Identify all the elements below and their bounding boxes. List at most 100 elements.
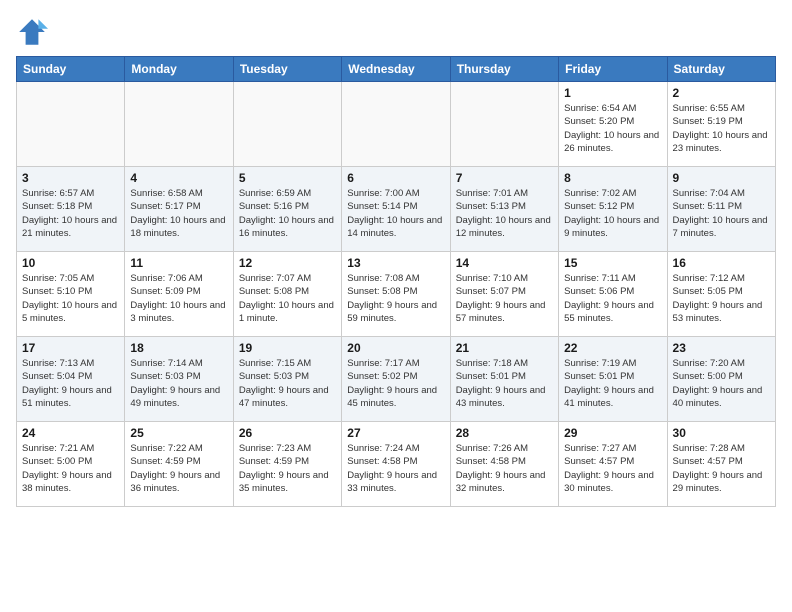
calendar-cell [125,82,233,167]
day-number: 22 [564,341,661,355]
header-monday: Monday [125,57,233,82]
calendar-cell: 17 Sunrise: 7:13 AMSunset: 5:04 PMDayligh… [17,337,125,422]
day-number: 18 [130,341,227,355]
calendar-cell: 7 Sunrise: 7:01 AMSunset: 5:13 PMDaylight… [450,167,558,252]
day-info: Sunrise: 7:17 AMSunset: 5:02 PMDaylight:… [347,357,444,410]
calendar-cell: 9 Sunrise: 7:04 AMSunset: 5:11 PMDaylight… [667,167,775,252]
calendar-cell: 10 Sunrise: 7:05 AMSunset: 5:10 PMDayligh… [17,252,125,337]
calendar-week-5: 24 Sunrise: 7:21 AMSunset: 5:00 PMDayligh… [17,422,776,507]
calendar-header-row: SundayMondayTuesdayWednesdayThursdayFrid… [17,57,776,82]
calendar-cell: 23 Sunrise: 7:20 AMSunset: 5:00 PMDayligh… [667,337,775,422]
day-info: Sunrise: 7:15 AMSunset: 5:03 PMDaylight:… [239,357,336,410]
calendar-cell: 27 Sunrise: 7:24 AMSunset: 4:58 PMDayligh… [342,422,450,507]
calendar-cell: 3 Sunrise: 6:57 AMSunset: 5:18 PMDaylight… [17,167,125,252]
day-number: 14 [456,256,553,270]
day-number: 6 [347,171,444,185]
day-number: 8 [564,171,661,185]
day-info: Sunrise: 7:22 AMSunset: 4:59 PMDaylight:… [130,442,227,495]
calendar-cell: 30 Sunrise: 7:28 AMSunset: 4:57 PMDayligh… [667,422,775,507]
day-number: 9 [673,171,770,185]
calendar-cell: 2 Sunrise: 6:55 AMSunset: 5:19 PMDaylight… [667,82,775,167]
day-number: 21 [456,341,553,355]
day-number: 2 [673,86,770,100]
calendar-cell: 15 Sunrise: 7:11 AMSunset: 5:06 PMDayligh… [559,252,667,337]
header-friday: Friday [559,57,667,82]
day-info: Sunrise: 7:20 AMSunset: 5:00 PMDaylight:… [673,357,770,410]
day-info: Sunrise: 6:55 AMSunset: 5:19 PMDaylight:… [673,102,770,155]
day-info: Sunrise: 7:23 AMSunset: 4:59 PMDaylight:… [239,442,336,495]
day-number: 29 [564,426,661,440]
day-info: Sunrise: 7:13 AMSunset: 5:04 PMDaylight:… [22,357,119,410]
calendar-cell: 25 Sunrise: 7:22 AMSunset: 4:59 PMDayligh… [125,422,233,507]
day-info: Sunrise: 7:01 AMSunset: 5:13 PMDaylight:… [456,187,553,240]
day-info: Sunrise: 7:21 AMSunset: 5:00 PMDaylight:… [22,442,119,495]
calendar-cell [342,82,450,167]
day-info: Sunrise: 7:05 AMSunset: 5:10 PMDaylight:… [22,272,119,325]
day-number: 23 [673,341,770,355]
day-number: 30 [673,426,770,440]
day-info: Sunrise: 6:59 AMSunset: 5:16 PMDaylight:… [239,187,336,240]
calendar-cell: 4 Sunrise: 6:58 AMSunset: 5:17 PMDaylight… [125,167,233,252]
calendar-cell: 18 Sunrise: 7:14 AMSunset: 5:03 PMDayligh… [125,337,233,422]
day-number: 19 [239,341,336,355]
day-number: 3 [22,171,119,185]
day-info: Sunrise: 7:27 AMSunset: 4:57 PMDaylight:… [564,442,661,495]
day-number: 25 [130,426,227,440]
calendar-cell [450,82,558,167]
header-wednesday: Wednesday [342,57,450,82]
calendar-cell: 11 Sunrise: 7:06 AMSunset: 5:09 PMDayligh… [125,252,233,337]
day-info: Sunrise: 7:10 AMSunset: 5:07 PMDaylight:… [456,272,553,325]
day-number: 15 [564,256,661,270]
calendar-week-1: 1 Sunrise: 6:54 AMSunset: 5:20 PMDaylight… [17,82,776,167]
day-info: Sunrise: 7:28 AMSunset: 4:57 PMDaylight:… [673,442,770,495]
day-number: 17 [22,341,119,355]
day-info: Sunrise: 6:57 AMSunset: 5:18 PMDaylight:… [22,187,119,240]
day-info: Sunrise: 7:24 AMSunset: 4:58 PMDaylight:… [347,442,444,495]
day-info: Sunrise: 7:06 AMSunset: 5:09 PMDaylight:… [130,272,227,325]
header-tuesday: Tuesday [233,57,341,82]
calendar-cell: 8Sunrise: 7:02 AMSunset: 5:12 PMDaylight… [559,167,667,252]
day-number: 24 [22,426,119,440]
header-saturday: Saturday [667,57,775,82]
calendar-cell: 26 Sunrise: 7:23 AMSunset: 4:59 PMDayligh… [233,422,341,507]
day-number: 12 [239,256,336,270]
day-info: Sunrise: 7:11 AMSunset: 5:06 PMDaylight:… [564,272,661,325]
day-number: 10 [22,256,119,270]
calendar-week-2: 3 Sunrise: 6:57 AMSunset: 5:18 PMDaylight… [17,167,776,252]
day-info: Sunrise: 6:54 AMSunset: 5:20 PMDaylight:… [564,102,661,155]
day-number: 4 [130,171,227,185]
calendar-cell: 20 Sunrise: 7:17 AMSunset: 5:02 PMDayligh… [342,337,450,422]
day-number: 28 [456,426,553,440]
calendar-table: SundayMondayTuesdayWednesdayThursdayFrid… [16,56,776,507]
day-info: Sunrise: 7:14 AMSunset: 5:03 PMDaylight:… [130,357,227,410]
day-info: Sunrise: 7:04 AMSunset: 5:11 PMDaylight:… [673,187,770,240]
header-thursday: Thursday [450,57,558,82]
calendar-cell: 13Sunrise: 7:08 AMSunset: 5:08 PMDayligh… [342,252,450,337]
header-sunday: Sunday [17,57,125,82]
calendar-cell [17,82,125,167]
calendar-cell: 21 Sunrise: 7:18 AMSunset: 5:01 PMDayligh… [450,337,558,422]
calendar-cell: 1 Sunrise: 6:54 AMSunset: 5:20 PMDaylight… [559,82,667,167]
calendar-cell: 16Sunrise: 7:12 AMSunset: 5:05 PMDayligh… [667,252,775,337]
calendar-cell: 28Sunrise: 7:26 AMSunset: 4:58 PMDayligh… [450,422,558,507]
calendar-cell: 24 Sunrise: 7:21 AMSunset: 5:00 PMDayligh… [17,422,125,507]
calendar-cell: 29 Sunrise: 7:27 AMSunset: 4:57 PMDayligh… [559,422,667,507]
day-info: Sunrise: 7:12 AMSunset: 5:05 PMDaylight:… [673,272,770,325]
calendar-cell: 5Sunrise: 6:59 AMSunset: 5:16 PMDaylight… [233,167,341,252]
day-number: 26 [239,426,336,440]
day-info: Sunrise: 6:58 AMSunset: 5:17 PMDaylight:… [130,187,227,240]
calendar-cell: 22 Sunrise: 7:19 AMSunset: 5:01 PMDayligh… [559,337,667,422]
logo-icon [16,16,48,48]
calendar-cell: 6Sunrise: 7:00 AMSunset: 5:14 PMDaylight… [342,167,450,252]
day-number: 1 [564,86,661,100]
day-number: 11 [130,256,227,270]
day-number: 7 [456,171,553,185]
day-info: Sunrise: 7:18 AMSunset: 5:01 PMDaylight:… [456,357,553,410]
day-number: 27 [347,426,444,440]
calendar-cell [233,82,341,167]
day-info: Sunrise: 7:07 AMSunset: 5:08 PMDaylight:… [239,272,336,325]
logo [16,16,52,48]
calendar-cell: 14 Sunrise: 7:10 AMSunset: 5:07 PMDayligh… [450,252,558,337]
day-number: 20 [347,341,444,355]
day-info: Sunrise: 7:19 AMSunset: 5:01 PMDaylight:… [564,357,661,410]
